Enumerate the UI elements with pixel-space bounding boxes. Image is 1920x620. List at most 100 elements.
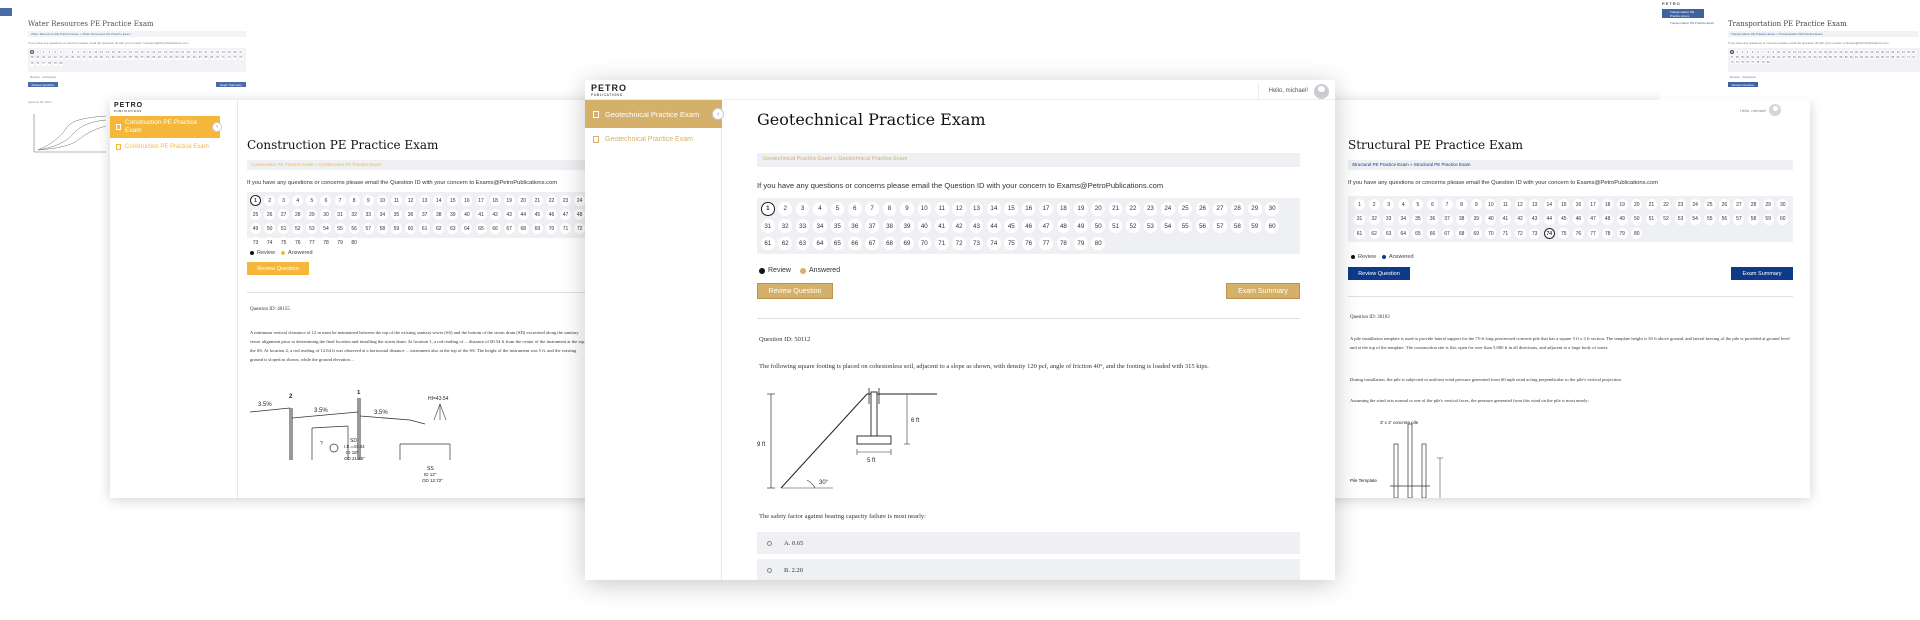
question-number-button[interactable]: 20 (1631, 199, 1643, 210)
question-number-button[interactable]: 33 (215, 50, 220, 54)
question-number-button[interactable]: 14 (1797, 50, 1802, 54)
question-number-button[interactable]: 61 (163, 55, 168, 60)
question-number-button[interactable]: 41 (47, 55, 52, 60)
sidebar-subitem-construction[interactable]: Construction PE Practice Exam (116, 144, 209, 150)
question-number-button[interactable]: 65 (830, 236, 845, 251)
question-number-button[interactable]: 62 (778, 236, 792, 251)
breadcrumb[interactable]: Geotechnical Practice Exam » Geotechnica… (757, 153, 1300, 167)
question-number-button[interactable]: 48 (1602, 213, 1614, 225)
question-number-button[interactable]: 14 (433, 195, 445, 206)
question-number-button[interactable]: 7 (334, 195, 346, 206)
brand-logo[interactable]: PETRO PUBLICATIONS (591, 83, 627, 97)
breadcrumb[interactable]: Construction PE Practice Exam » Construc… (247, 160, 590, 170)
question-number-button[interactable]: 17 (1587, 199, 1599, 210)
question-number-button[interactable]: 50 (99, 55, 104, 60)
question-number-button[interactable]: 61 (1854, 55, 1859, 60)
question-number-button[interactable]: 34 (376, 209, 388, 221)
question-number-button[interactable]: 10 (82, 50, 87, 54)
question-number-button[interactable]: 51 (1108, 219, 1123, 233)
question-number-button[interactable]: 23 (560, 195, 572, 206)
question-number-button[interactable]: 59 (151, 55, 156, 60)
question-number-button[interactable]: 60 (1265, 219, 1279, 233)
question-number-button[interactable]: 75 (30, 61, 34, 66)
question-number-button[interactable]: 9 (1470, 199, 1482, 210)
question-number-button[interactable]: 30 (198, 50, 203, 54)
question-number-button[interactable]: 26 (1195, 202, 1210, 216)
question-number-button[interactable]: 49 (1074, 219, 1088, 233)
question-number-button[interactable]: 74 (238, 55, 243, 60)
question-number-button[interactable]: 16 (1572, 199, 1584, 210)
question-number-button[interactable]: 32 (778, 219, 792, 233)
question-number-button[interactable]: 8 (882, 202, 897, 216)
question-number-button[interactable]: 71 (560, 223, 572, 235)
question-number-button[interactable]: 64 (813, 236, 827, 251)
question-number-button[interactable]: 28 (1748, 199, 1760, 210)
question-number-button[interactable]: 40 (41, 55, 46, 60)
question-number-button[interactable]: 60 (157, 55, 162, 60)
question-number-button[interactable]: 68 (882, 236, 897, 251)
question-number-button[interactable]: 66 (847, 236, 862, 251)
question-number-button[interactable]: 54 (122, 55, 127, 60)
question-number-button[interactable]: 64 (1870, 55, 1875, 60)
question-number-button[interactable]: 69 (1896, 55, 1900, 60)
question-number-button[interactable]: 40 (1485, 213, 1497, 225)
question-number-button[interactable]: 3 (278, 195, 290, 206)
question-number-button[interactable]: 74 (264, 237, 276, 249)
question-number-button[interactable]: 53 (1143, 219, 1158, 233)
question-number-button[interactable]: 72 (574, 223, 586, 235)
question-number-button[interactable]: 62 (169, 55, 174, 60)
question-number-button[interactable]: 65 (1875, 55, 1880, 60)
question-number-button[interactable]: 8 (348, 195, 360, 206)
question-number-button[interactable]: 79 (53, 61, 58, 66)
question-number-button[interactable]: 18 (1602, 199, 1614, 210)
question-number-button[interactable]: 18 (1818, 50, 1823, 54)
question-number-button[interactable]: 36 (847, 219, 862, 233)
question-number-button[interactable]: 62 (1368, 228, 1380, 240)
question-number-button[interactable]: 42 (952, 219, 966, 233)
question-number-button[interactable]: 38 (1456, 213, 1468, 225)
user-menu[interactable]: Hello, michael! (1257, 83, 1329, 99)
radio-button[interactable] (767, 540, 772, 546)
question-number-button[interactable]: 47 (1587, 213, 1599, 225)
question-number-button[interactable]: 34 (1397, 213, 1409, 225)
question-number-button[interactable]: 66 (192, 55, 197, 60)
review-question-button[interactable]: Review Question (757, 283, 833, 299)
question-number-button[interactable]: 39 (447, 209, 459, 221)
question-number-button[interactable]: 66 (489, 223, 501, 235)
question-number-button[interactable]: 66 (1426, 228, 1438, 240)
question-number-button[interactable]: 11 (1499, 199, 1511, 210)
question-number-button[interactable]: 63 (447, 223, 459, 235)
question-number-button[interactable]: 36 (405, 209, 417, 221)
question-number-button[interactable]: 35 (227, 50, 232, 54)
question-number-button[interactable]: 42 (1755, 55, 1760, 60)
question-number-button[interactable]: 47 (82, 55, 87, 60)
question-number-button[interactable]: 22 (1660, 199, 1672, 210)
question-number-button[interactable]: 74 (1735, 60, 1740, 65)
question-number-button[interactable]: 32 (1368, 213, 1380, 225)
brand-logo[interactable]: PETRO (1662, 1, 1681, 6)
question-number-button[interactable]: 33 (1896, 50, 1900, 54)
question-number-button[interactable]: 1 (761, 202, 775, 216)
question-number-button[interactable]: 63 (1383, 228, 1395, 240)
question-number-button[interactable]: 7 (1761, 50, 1766, 54)
question-number-button[interactable]: 46 (1776, 55, 1781, 60)
question-number-button[interactable]: 53 (306, 223, 318, 235)
question-number-button[interactable]: 26 (264, 209, 276, 221)
question-number-button[interactable]: 10 (1485, 199, 1497, 210)
question-number-button[interactable]: 25 (1178, 202, 1192, 216)
question-number-button[interactable]: 34 (813, 219, 827, 233)
question-number-button[interactable]: 65 (1412, 228, 1424, 240)
question-number-button[interactable]: 67 (503, 223, 515, 235)
question-number-button[interactable]: 59 (390, 223, 402, 235)
avatar[interactable] (1314, 83, 1329, 99)
question-number-button[interactable]: 48 (1056, 219, 1071, 233)
question-number-button[interactable]: 79 (1616, 228, 1628, 240)
question-number-button[interactable]: 64 (180, 55, 185, 60)
question-number-button[interactable]: 25 (250, 209, 261, 221)
question-number-button[interactable]: 2 (778, 202, 792, 216)
question-number-button[interactable]: 48 (87, 55, 92, 60)
question-number-button[interactable]: 8 (70, 50, 75, 54)
question-number-button[interactable]: 5 (306, 195, 318, 206)
question-number-button[interactable]: 59 (1844, 55, 1849, 60)
question-number-button[interactable]: 21 (145, 50, 150, 54)
